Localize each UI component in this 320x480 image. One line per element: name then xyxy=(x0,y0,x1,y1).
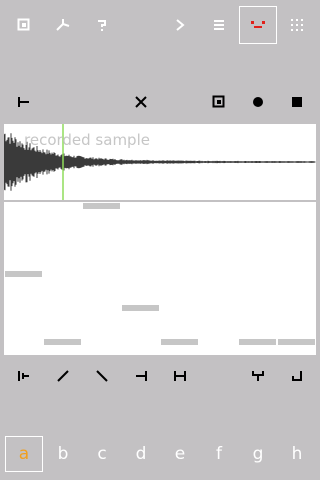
fork-down-icon xyxy=(252,371,264,381)
ramp-up-button[interactable] xyxy=(44,357,82,395)
menu-icon xyxy=(214,20,224,30)
grid-button[interactable] xyxy=(278,6,316,44)
cut-end-icon xyxy=(136,371,147,381)
bank-d-button[interactable]: d xyxy=(122,436,160,472)
window-toggle-button[interactable] xyxy=(200,83,238,121)
sequencer-step[interactable] xyxy=(83,203,120,209)
bank-h-button[interactable]: h xyxy=(278,436,316,472)
waveform-panel[interactable]: recorded sample xyxy=(4,124,316,200)
ramp-down-button[interactable] xyxy=(83,357,121,395)
return-button[interactable] xyxy=(278,357,316,395)
window-icon xyxy=(17,18,30,31)
window-icon xyxy=(212,95,225,108)
bank-c-button[interactable]: c xyxy=(83,436,121,472)
close-x-icon xyxy=(135,96,147,108)
stop-square-icon xyxy=(292,97,302,107)
bank-f-button[interactable]: f xyxy=(200,436,238,472)
record-button[interactable] xyxy=(239,83,277,121)
bank-b-button[interactable]: b xyxy=(44,436,82,472)
menu-button[interactable] xyxy=(200,6,238,44)
ramp-up-icon xyxy=(57,370,69,382)
return-icon xyxy=(292,371,302,381)
sequencer-step[interactable] xyxy=(5,271,42,277)
help-button[interactable] xyxy=(83,6,121,44)
bank-a-button[interactable]: a xyxy=(5,436,43,472)
sequencer-grid[interactable] xyxy=(4,202,316,355)
clear-button[interactable] xyxy=(122,83,160,121)
trim-start-button[interactable] xyxy=(5,83,43,121)
loop-start-button[interactable] xyxy=(5,357,43,395)
sequencer-step[interactable] xyxy=(239,339,276,345)
fork-button[interactable] xyxy=(44,6,82,44)
face-icon xyxy=(251,21,265,28)
chevron-right-icon xyxy=(176,19,185,31)
fork-icon xyxy=(56,19,70,31)
cut-end-button[interactable] xyxy=(122,357,160,395)
waveform-label: recorded sample xyxy=(24,131,150,149)
stop-button[interactable] xyxy=(278,83,316,121)
record-dot-icon xyxy=(253,97,263,107)
hold-icon xyxy=(174,371,186,381)
ramp-down-icon xyxy=(96,370,108,382)
fork-down-button[interactable] xyxy=(239,357,277,395)
loop-start-icon xyxy=(18,371,29,381)
sequencer-step[interactable] xyxy=(161,339,198,345)
question-icon xyxy=(98,20,106,31)
sequencer-step[interactable] xyxy=(122,305,159,311)
grid-icon xyxy=(291,19,303,31)
forward-button[interactable] xyxy=(161,6,199,44)
face-button[interactable] xyxy=(239,6,277,44)
bank-g-button[interactable]: g xyxy=(239,436,277,472)
sequencer-step[interactable] xyxy=(278,339,315,345)
window-button[interactable] xyxy=(5,6,43,44)
trim-start-icon xyxy=(18,97,29,107)
hold-button[interactable] xyxy=(161,357,199,395)
bank-e-button[interactable]: e xyxy=(161,436,199,472)
sequencer-step[interactable] xyxy=(44,339,81,345)
